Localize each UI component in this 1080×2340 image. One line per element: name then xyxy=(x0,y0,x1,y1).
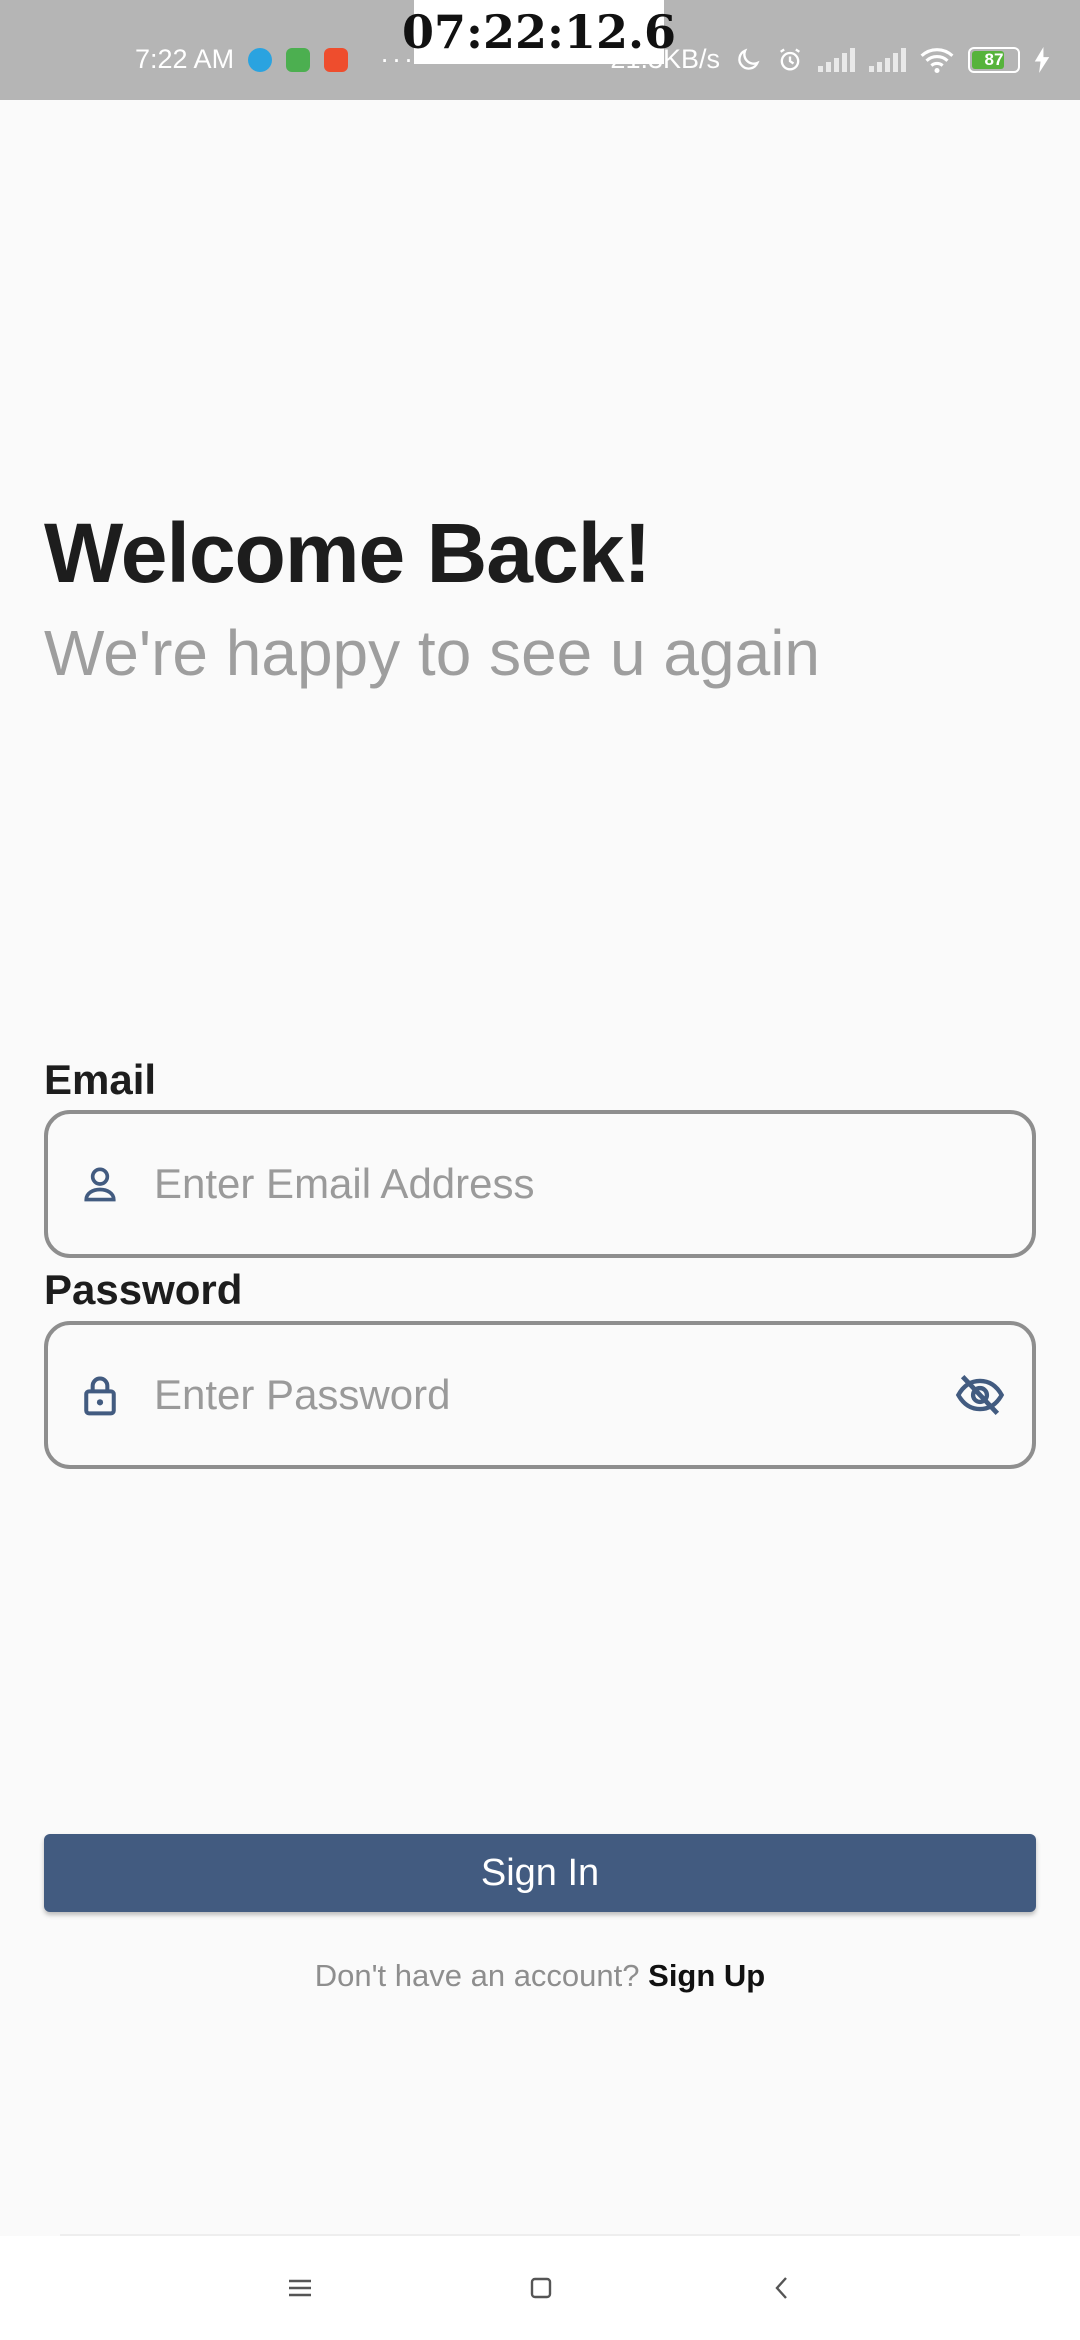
home-button[interactable] xyxy=(519,2266,563,2310)
lock-icon xyxy=(84,1376,116,1416)
shopping-app-icon xyxy=(324,47,349,72)
sign-up-link[interactable]: Sign Up xyxy=(648,1958,765,1993)
signal-icon-2 xyxy=(869,47,906,72)
back-button[interactable] xyxy=(760,2266,804,2310)
telegram-icon xyxy=(248,47,273,72)
email-field[interactable] xyxy=(44,1110,1036,1258)
status-time: 7:22 AM xyxy=(135,44,235,74)
wifi-icon xyxy=(920,47,954,73)
person-icon xyxy=(84,1167,116,1202)
system-nav-bar xyxy=(0,2236,1080,2340)
charging-icon xyxy=(1034,46,1050,73)
signup-row: Don't have an account? Sign Up xyxy=(0,1958,1080,1994)
page-subtitle: We're happy to see u again xyxy=(44,617,820,689)
recents-button[interactable] xyxy=(278,2266,322,2310)
status-bar: 7:22 AM ··· 07:22:12.6 21.3KB/s 87 xyxy=(0,0,1080,100)
signup-prompt: Don't have an account? xyxy=(314,1958,640,1993)
status-bar-right: 21.3KB/s 87 xyxy=(610,44,1050,75)
android-app-icon xyxy=(286,47,311,72)
battery-level: 87 xyxy=(984,49,1004,69)
menu-icon xyxy=(289,2279,311,2297)
eye-off-icon[interactable] xyxy=(954,1369,1006,1421)
page-title: Welcome Back! xyxy=(44,506,651,600)
back-arrow-icon xyxy=(775,2277,787,2299)
password-input[interactable] xyxy=(152,1370,954,1420)
alarm-icon xyxy=(780,48,800,70)
status-bar-left: 7:22 AM ··· xyxy=(135,44,416,75)
email-input[interactable] xyxy=(152,1159,1032,1209)
password-label: Password xyxy=(44,1266,243,1313)
email-label: Email xyxy=(44,1056,157,1103)
battery-icon: 87 xyxy=(968,46,1020,73)
sign-in-button[interactable]: Sign In xyxy=(44,1834,1036,1912)
moon-icon xyxy=(738,47,760,70)
signal-icon-1 xyxy=(818,47,855,72)
network-speed: 21.3KB/s xyxy=(610,44,720,74)
password-field[interactable] xyxy=(44,1321,1036,1469)
square-icon xyxy=(530,2277,552,2299)
